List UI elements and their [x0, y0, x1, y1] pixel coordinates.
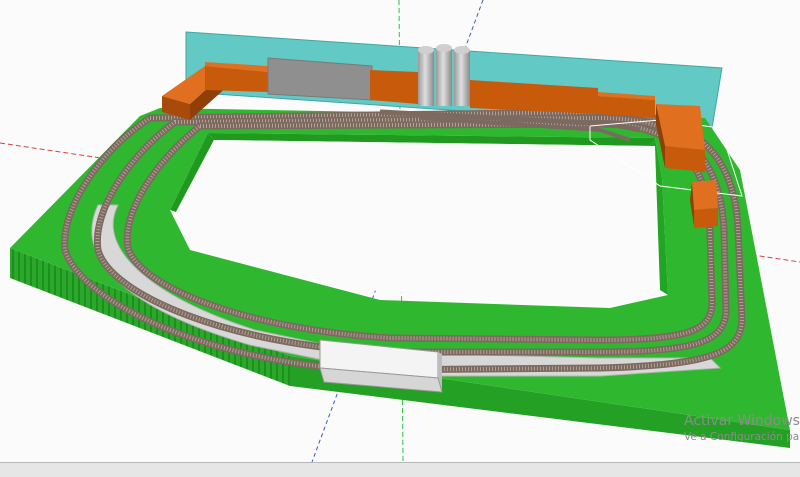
- 3d-viewport[interactable]: Activar Windows Ve a Configuración pa: [0, 0, 800, 462]
- layout-3d-scene[interactable]: [0, 0, 800, 462]
- grey-building[interactable]: [267, 57, 373, 101]
- factory-front[interactable]: [370, 70, 418, 104]
- building-small-right[interactable]: [690, 180, 718, 228]
- status-bar: [0, 462, 800, 477]
- silos[interactable]: [418, 44, 470, 106]
